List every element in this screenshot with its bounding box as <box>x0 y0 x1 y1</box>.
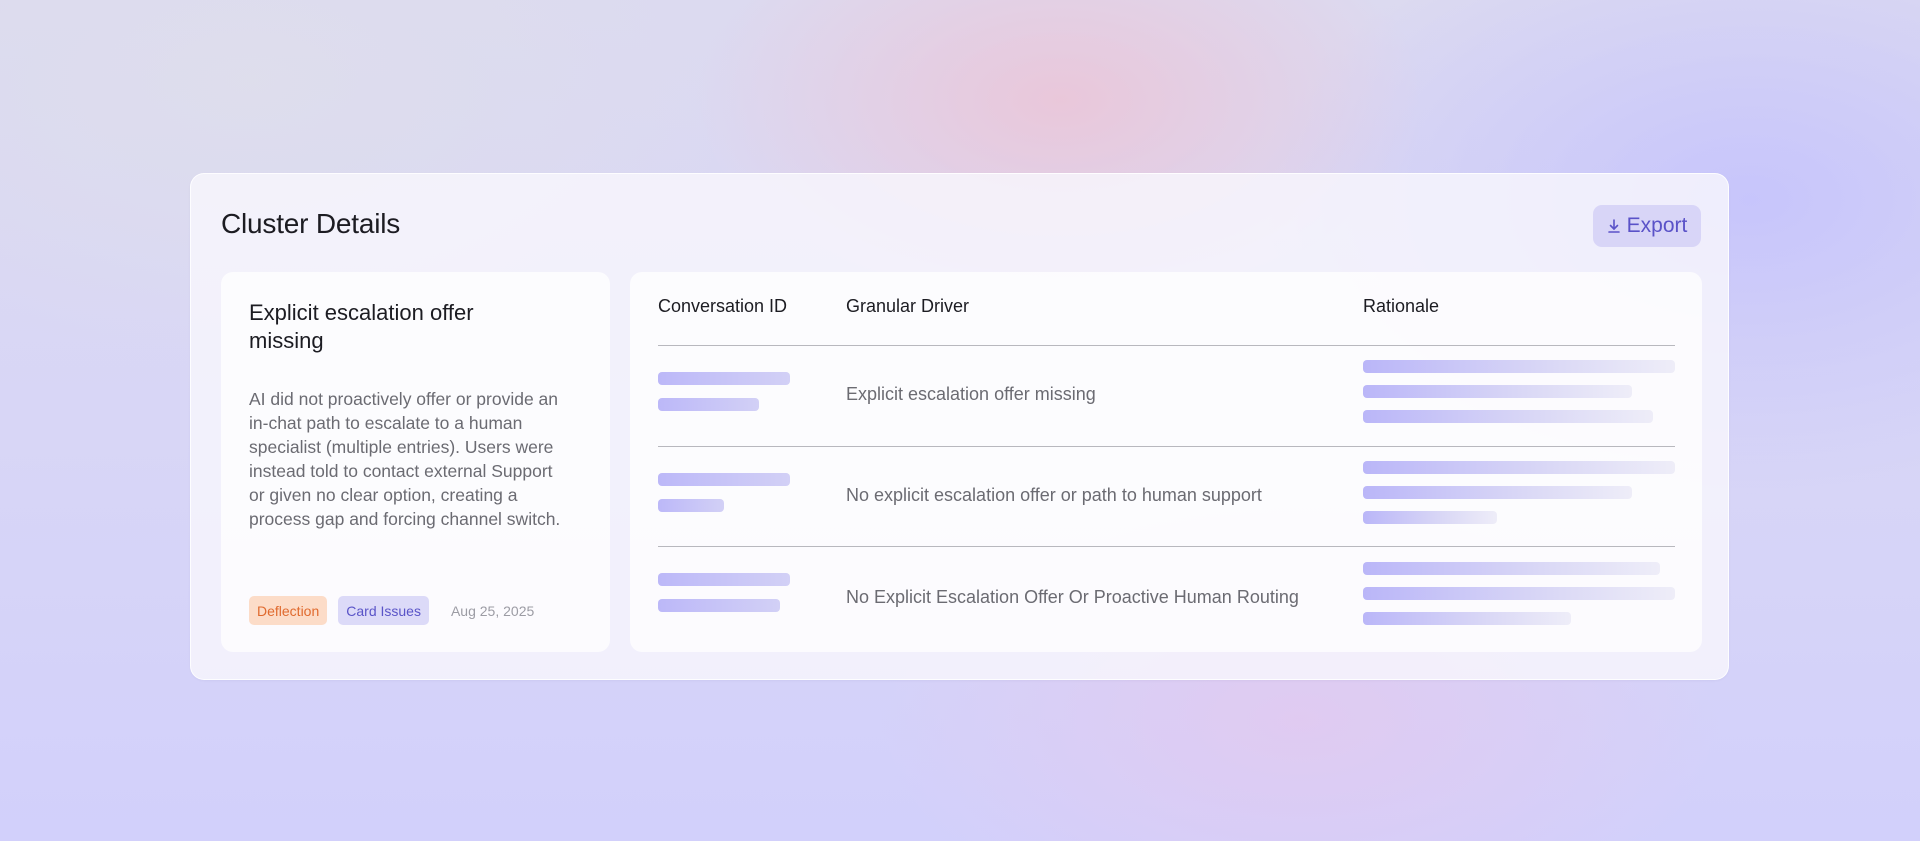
rationale-placeholder <box>1363 410 1653 423</box>
cluster-description: AI did not proactively offer or provide … <box>249 389 561 529</box>
cluster-summary-panel: Explicit escalation offer missing AI did… <box>221 272 610 652</box>
rationale-placeholder <box>1363 486 1632 499</box>
rationale-placeholder <box>1363 461 1675 474</box>
export-button-label: Export <box>1626 214 1688 237</box>
rationale-placeholder <box>1363 587 1675 600</box>
rationale-placeholder <box>1363 385 1632 398</box>
column-header-rationale: Rationale <box>1363 296 1440 316</box>
table-row[interactable]: No explicit escalation offer or path to … <box>630 447 1702 547</box>
rationale-placeholder <box>1363 511 1497 524</box>
rationale-placeholder <box>1363 562 1660 575</box>
conversation-id-placeholder <box>658 372 790 385</box>
tag-deflection[interactable]: Deflection <box>249 596 328 625</box>
conversations-table: Conversation ID Granular Driver Rational… <box>630 272 1702 652</box>
page-title: Cluster Details <box>221 208 401 239</box>
export-button[interactable]: Export <box>1593 205 1701 247</box>
column-header-granular-driver: Granular Driver <box>846 296 970 316</box>
tag-card-issues[interactable]: Card Issues <box>338 596 429 625</box>
column-header-conversation-id: Conversation ID <box>658 296 788 316</box>
cluster-tags: Deflection Card Issues Aug 25, 2025 <box>249 596 534 625</box>
cluster-details-card: Cluster Details Export Explicit escalati… <box>190 173 1729 680</box>
conversation-id-placeholder <box>658 573 790 586</box>
rationale-placeholder <box>1363 360 1675 373</box>
rationale-placeholder <box>1363 612 1571 625</box>
driver-text: Explicit escalation offer missing <box>846 384 1096 404</box>
conversation-id-placeholder <box>658 473 790 486</box>
driver-text: No Explicit Escalation Offer Or Proactiv… <box>846 587 1299 607</box>
download-icon <box>1607 218 1621 234</box>
conversation-id-placeholder <box>658 398 759 411</box>
cluster-title: Explicit escalation offer missing <box>249 300 474 353</box>
conversation-id-placeholder <box>658 599 780 612</box>
table-row[interactable]: No Explicit Escalation Offer Or Proactiv… <box>630 547 1702 647</box>
conversation-id-placeholder <box>658 499 724 512</box>
cluster-date: Aug 25, 2025 <box>450 602 535 619</box>
driver-text: No explicit escalation offer or path to … <box>846 485 1262 505</box>
table-row[interactable]: Explicit escalation offer missing <box>630 346 1702 446</box>
